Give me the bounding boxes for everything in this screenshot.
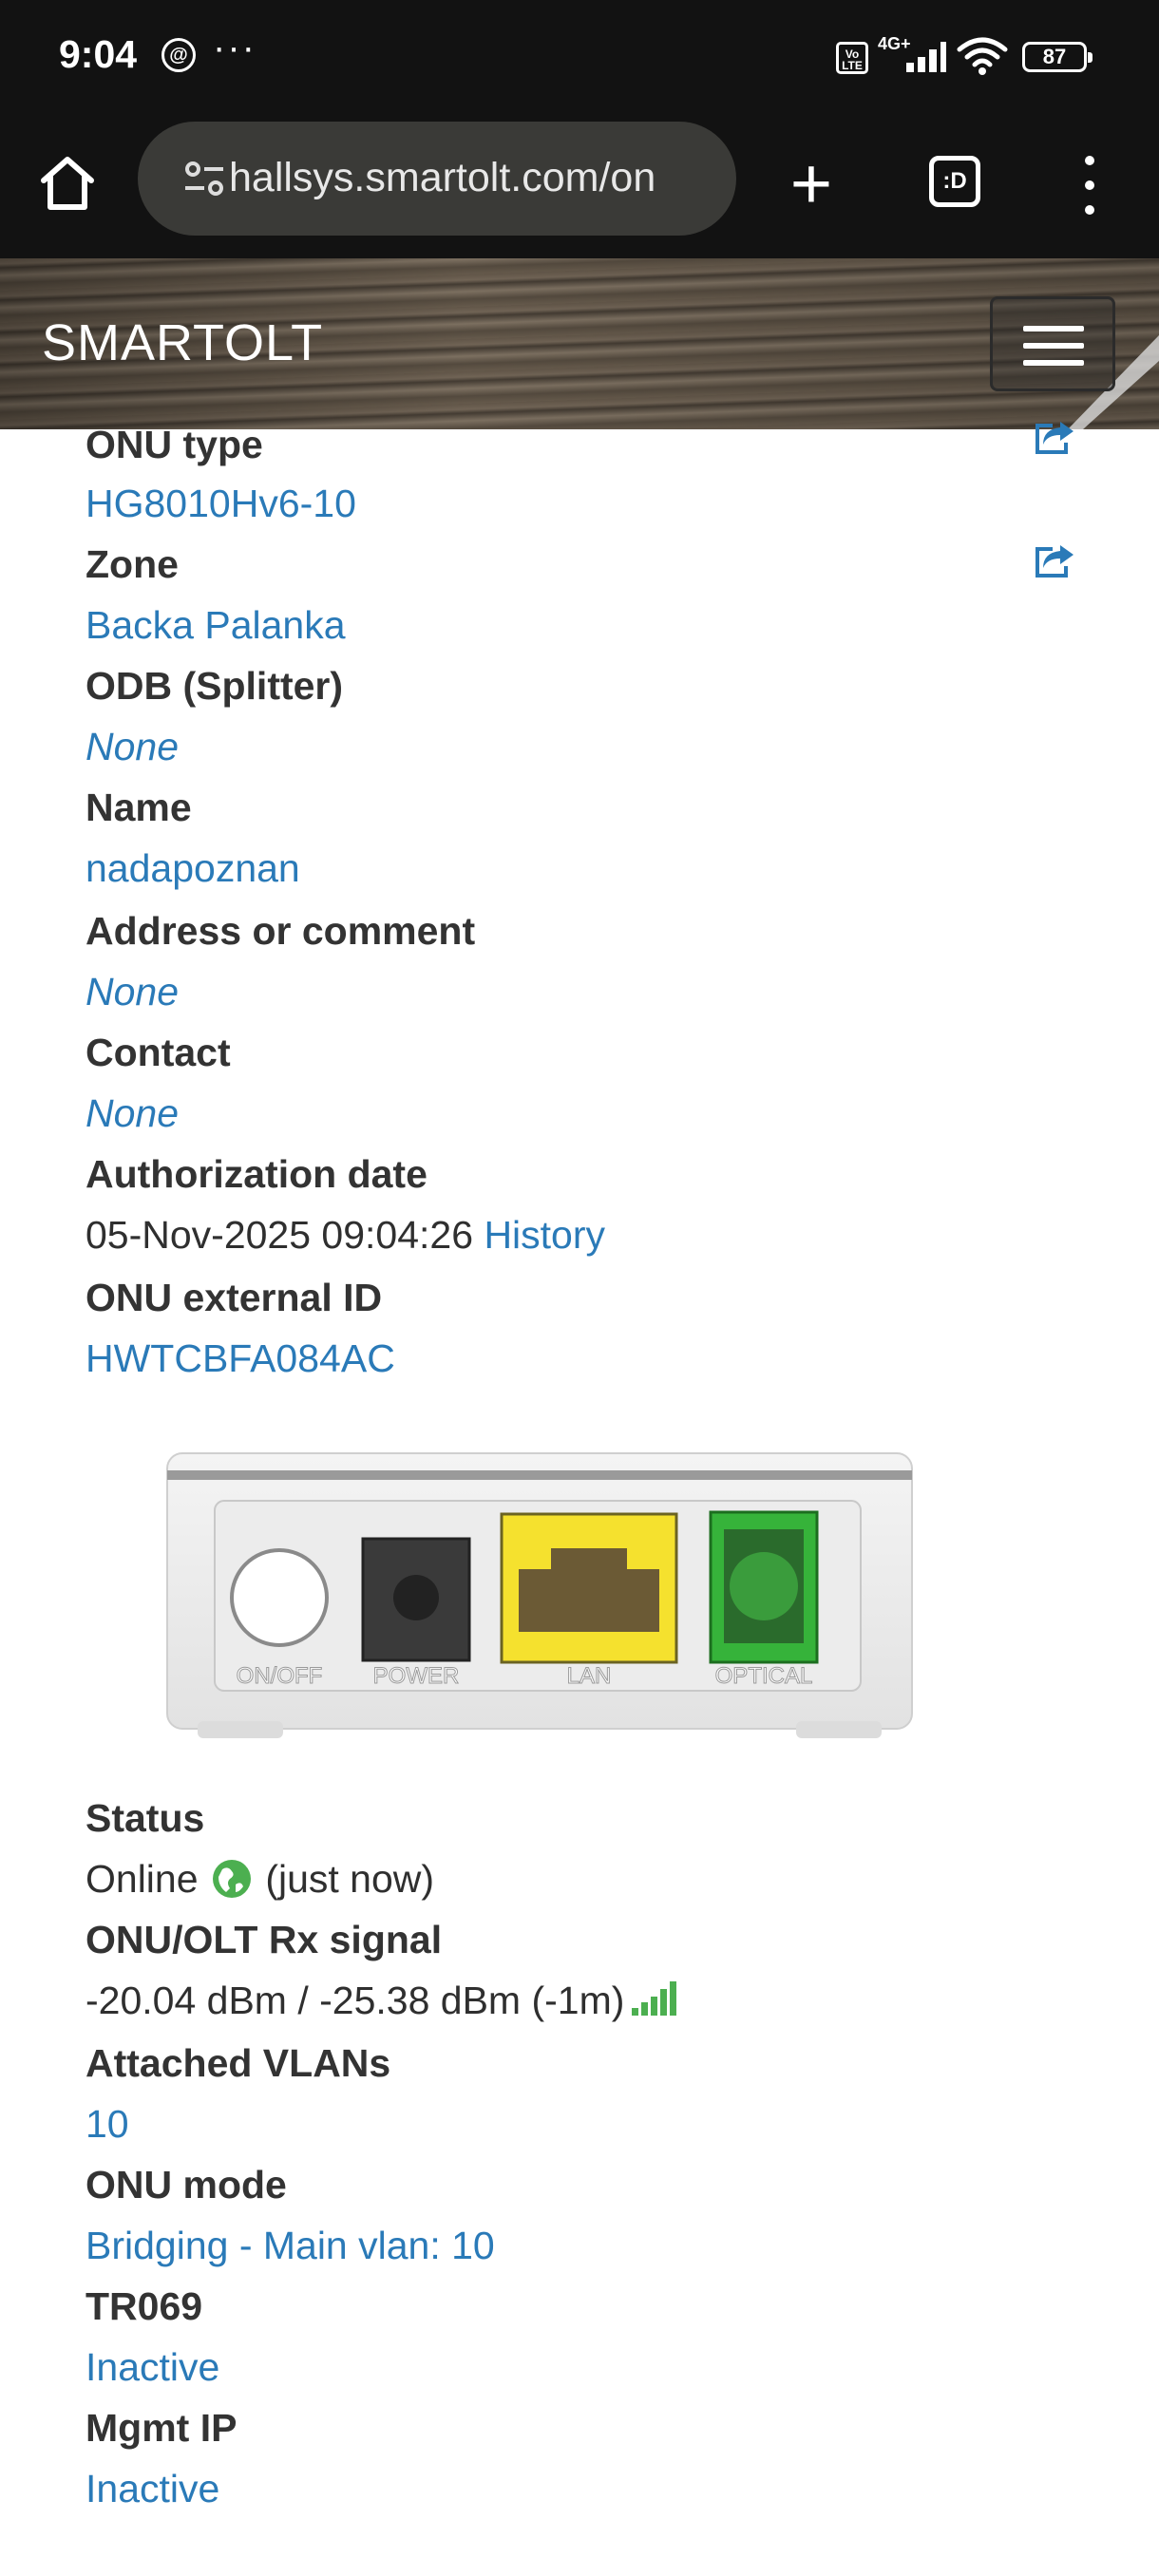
site-settings-icon[interactable]	[183, 160, 225, 198]
battery-icon: 87	[1022, 42, 1092, 72]
status-time: (just now)	[265, 1857, 435, 1901]
port-label-power: POWER	[373, 1663, 460, 1689]
onu-mode-label: ONU mode	[86, 2163, 287, 2207]
external-id-label: ONU external ID	[86, 1276, 383, 1319]
onu-mode-value[interactable]: Bridging - Main vlan: 10	[86, 2221, 495, 2270]
odb-value[interactable]: None	[86, 722, 179, 771]
more-notifications-icon: ···	[213, 27, 256, 68]
edit-onu-type-icon[interactable]	[1032, 418, 1075, 456]
new-tab-button[interactable]: +	[785, 144, 838, 224]
contact-value[interactable]: None	[86, 1089, 179, 1138]
home-icon[interactable]	[36, 152, 99, 215]
onu-type-label: ONU type	[86, 423, 263, 466]
tr069-value[interactable]: Inactive	[86, 2342, 219, 2392]
history-link[interactable]: History	[484, 1213, 605, 1257]
volte-icon: Vo LTE	[836, 42, 868, 74]
url-bar[interactable]: hallsys.smartolt.com/on	[138, 122, 736, 236]
browser-menu-icon[interactable]	[1072, 152, 1110, 218]
port-label-onoff: ON/OFF	[237, 1663, 323, 1689]
onu-type-value[interactable]: HG8010Hv6-10	[86, 479, 356, 528]
zone-label: Zone	[86, 542, 179, 586]
name-label: Name	[86, 786, 192, 829]
globe-icon	[212, 1860, 251, 1898]
port-label-optical: OPTICAL	[715, 1663, 813, 1689]
contact-label: Contact	[86, 1031, 231, 1074]
tab-switcher-button[interactable]: :D	[929, 156, 980, 207]
status-value: Online	[86, 1857, 199, 1901]
mgmt-ip-value[interactable]: Inactive	[86, 2464, 219, 2513]
rx-signal-row: -20.04 dBm / -25.38 dBm (-1m)	[86, 1976, 677, 2025]
address-label: Address or comment	[86, 909, 476, 953]
rx-signal-value: -20.04 dBm / -25.38 dBm (-1m)	[86, 1979, 625, 2022]
edit-zone-icon[interactable]	[1032, 541, 1075, 579]
onu-details: ONU type HG8010Hv6-10 Zone Backa Palanka…	[0, 422, 1159, 2576]
status-bar: 9:04 @ ··· Vo LTE 4G+ 87	[0, 0, 1159, 112]
browser-toolbar: hallsys.smartolt.com/on + :D	[0, 112, 1159, 258]
signal-strength-icon	[630, 1979, 677, 2017]
vlans-label: Attached VLANs	[86, 2041, 391, 2085]
tr069-label: TR069	[86, 2284, 203, 2328]
external-id-value[interactable]: HWTCBFA084AC	[86, 1334, 395, 1383]
status-row: Online (just now)	[86, 1854, 434, 1904]
notification-icon: @	[162, 38, 196, 72]
network-type-label: 4G+	[878, 34, 911, 53]
mgmt-ip-label: Mgmt IP	[86, 2406, 238, 2450]
port-label-lan: LAN	[567, 1663, 612, 1689]
vlans-value[interactable]: 10	[86, 2099, 129, 2149]
rx-signal-label: ONU/OLT Rx signal	[86, 1918, 443, 1961]
nav-menu-button[interactable]	[990, 296, 1115, 391]
url-text[interactable]: hallsys.smartolt.com/on	[229, 155, 723, 201]
authorization-date-value: 05-Nov-2025 09:04:26	[86, 1213, 474, 1257]
address-value[interactable]: None	[86, 967, 179, 1016]
odb-label: ODB (Splitter)	[86, 664, 344, 708]
authorization-date-label: Authorization date	[86, 1152, 428, 1196]
name-value[interactable]: nadapoznan	[86, 843, 300, 893]
onu-device-image: ON/OFF POWER LAN OPTICAL	[166, 1452, 913, 1738]
status-time: 9:04	[59, 32, 138, 76]
brand-logo[interactable]: SMARTOLT	[42, 313, 323, 372]
zone-value[interactable]: Backa Palanka	[86, 600, 346, 650]
site-header: SMARTOLT	[0, 258, 1159, 429]
wifi-icon	[957, 37, 1008, 75]
cell-signal-icon: 4G+	[878, 34, 946, 76]
status-label: Status	[86, 1796, 205, 1840]
authorization-date-row: 05-Nov-2025 09:04:26 History	[86, 1210, 605, 1260]
